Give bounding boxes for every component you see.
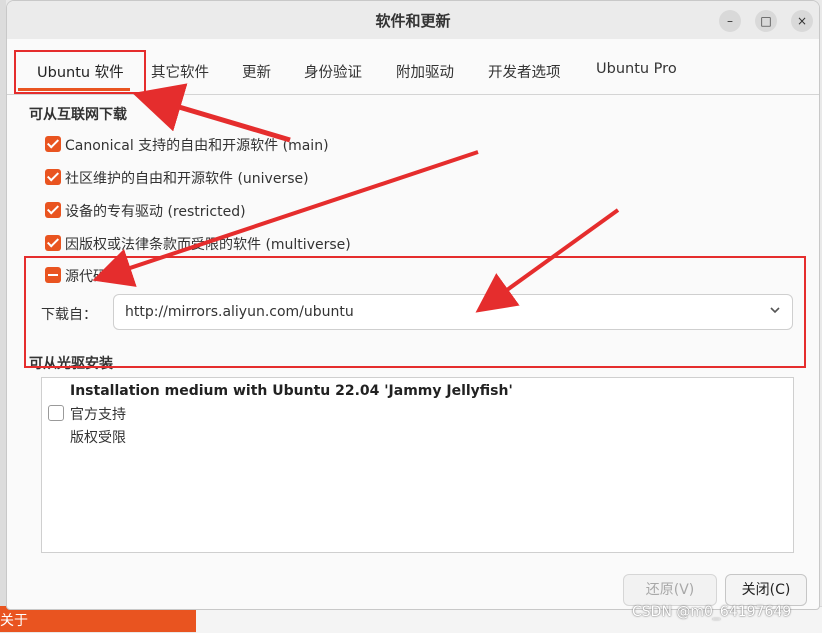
tab-updates[interactable]: 更新 [242,61,271,82]
checkbox-cdrom-medium[interactable] [48,405,64,421]
checkbox-universe-label[interactable]: 社区维护的自由和开源软件 (universe) [65,168,309,188]
tab-authentication[interactable]: 身份验证 [304,61,362,82]
titlebar[interactable]: 软件和更新 – □ × [7,1,819,40]
checkbox-main[interactable] [45,136,61,152]
checkbox-restricted-label[interactable]: 设备的专有驱动 (restricted) [65,201,246,221]
cdrom-section-title: 可从光驱安装 [29,356,113,372]
tab-developer-options[interactable]: 开发者选项 [488,61,561,82]
window-title: 软件和更新 [375,12,451,30]
checkbox-main-label[interactable]: Canonical 支持的自由和开源软件 (main) [65,135,329,155]
tab-bar: Ubuntu 软件 其它软件 更新 身份验证 附加驱动 开发者选项 Ubuntu… [7,39,819,95]
media-name: Installation medium with Ubuntu 22.04 'J… [70,383,513,399]
checkbox-source-code-label[interactable]: 源代码 [65,266,107,286]
tab-other-software[interactable]: 其它软件 [151,61,209,82]
download-server-value: http://mirrors.aliyun.com/ubuntu [125,304,354,320]
close-icon: × [796,14,808,28]
checkbox-restricted[interactable] [45,202,61,218]
close-button[interactable]: 关闭(C) [725,574,807,606]
background-item-label: 关于 [0,613,28,629]
minimize-icon: – [727,14,733,28]
download-server-dropdown[interactable]: http://mirrors.aliyun.com/ubuntu [113,294,793,330]
tab-ubuntu-software[interactable]: Ubuntu 软件 [37,61,124,82]
checkbox-multiverse[interactable] [45,235,61,251]
software-updates-window: 软件和更新 – □ × Ubuntu 软件 其它软件 更新 身份验证 附加驱动 … [6,0,820,610]
maximize-icon: □ [760,14,772,28]
chevron-down-icon [768,303,782,321]
maximize-button[interactable]: □ [755,10,777,32]
tab-ubuntu-pro[interactable]: Ubuntu Pro [596,61,677,77]
active-tab-indicator [18,88,130,91]
checkbox-multiverse-label[interactable]: 因版权或法律条款而受限的软件 (multiverse) [65,234,351,254]
revert-button[interactable]: 还原(V) [623,574,717,606]
minimize-button[interactable]: – [719,10,741,32]
cdrom-media-list: Installation medium with Ubuntu 22.04 'J… [41,377,794,553]
watermark: CSDN @m0_64197649 [632,604,792,620]
close-window-button[interactable]: × [791,10,813,32]
media-line-restricted: 版权受限 [70,430,126,446]
internet-section-title: 可从互联网下载 [29,107,127,123]
tab-additional-drivers[interactable]: 附加驱动 [396,61,454,82]
checkbox-source-code[interactable] [45,267,61,283]
download-from-label: 下载自： [41,307,97,323]
media-line-official: 官方支持 [70,407,126,423]
checkbox-universe[interactable] [45,169,61,185]
